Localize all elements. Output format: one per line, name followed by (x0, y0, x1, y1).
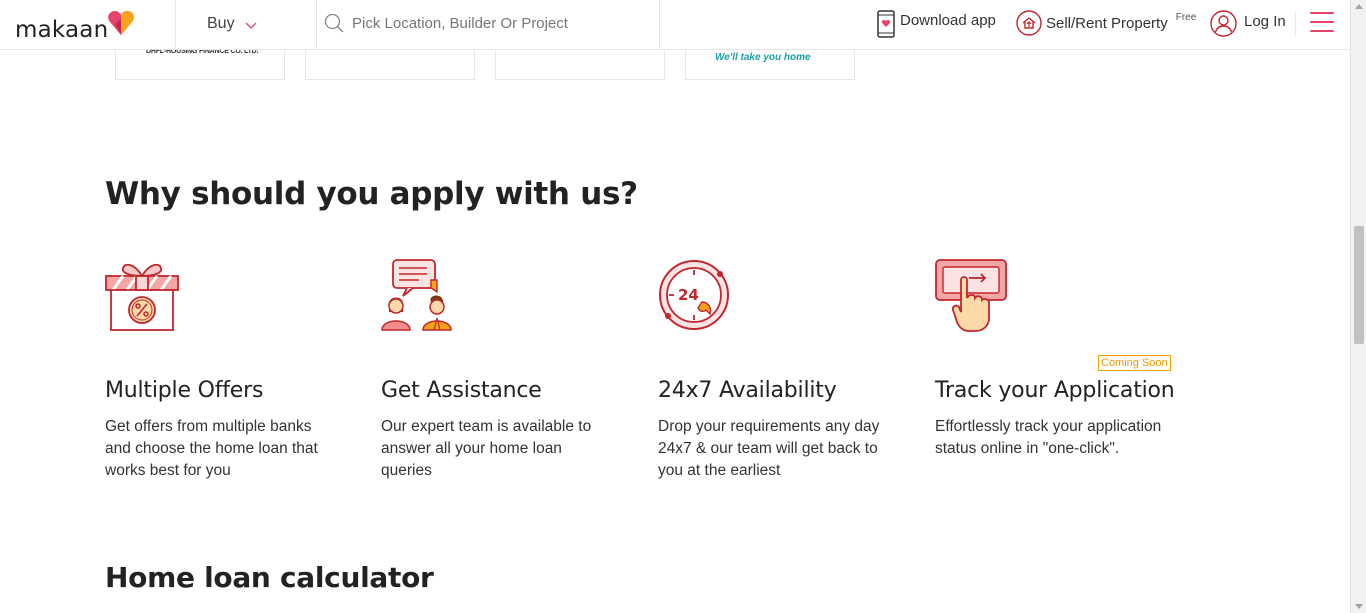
partner-card[interactable] (305, 50, 475, 80)
clock-24x7-icon: 24 (659, 260, 729, 330)
feature-get-assistance: Get Assistance Our expert team is availa… (381, 258, 631, 479)
buy-dropdown[interactable]: Buy (207, 15, 257, 33)
gift-percent-icon (105, 263, 179, 331)
logo-text: makaan (15, 17, 109, 43)
header-divider (1295, 12, 1296, 36)
feature-description: Our expert team is available to answer a… (381, 418, 592, 479)
assistance-chat-icon (381, 259, 452, 331)
tap-track-icon (935, 259, 1007, 332)
calculator-title: Home loan calculator (105, 561, 434, 594)
search-input[interactable] (352, 14, 652, 32)
scroll-up-icon[interactable] (1355, 4, 1363, 9)
header-divider (659, 0, 660, 50)
feature-multiple-offers: Multiple Offers Get offers from multiple… (105, 258, 355, 479)
partner-card-dhfl[interactable]: DHFL-HOUSING FINANCE CO. LTD. (115, 48, 285, 80)
phone-heart-icon (877, 10, 895, 38)
hfc-tagline: We'll take you home (715, 52, 811, 63)
sell-rent-link[interactable]: Sell/Rent Property Free (1016, 10, 1196, 36)
top-header: makaan Buy Download app Sell/Rent Proper… (0, 0, 1350, 50)
page-scrollbar[interactable] (1350, 0, 1366, 613)
partner-card[interactable] (495, 50, 665, 80)
scroll-thumb[interactable] (1354, 226, 1364, 344)
home-upload-icon (1016, 10, 1042, 36)
section-title: Why should you apply with us? (105, 176, 638, 212)
feature-description: Drop your requirements any day 24x7 & ou… (658, 418, 880, 479)
login-link[interactable]: Log In (1210, 10, 1286, 37)
heart-logo-icon (108, 11, 134, 35)
coming-soon-badge: Coming Soon (1098, 355, 1171, 371)
svg-text:24: 24 (678, 286, 699, 304)
buy-label: Buy (207, 15, 235, 32)
partner-card-hfc[interactable]: We'll take you home (685, 40, 855, 80)
download-app-label: Download app (900, 11, 996, 29)
login-label: Log In (1244, 13, 1286, 30)
header-divider (316, 0, 317, 50)
feature-title: 24x7 Availability (658, 378, 837, 403)
search-icon (324, 13, 344, 33)
hamburger-menu-icon[interactable] (1310, 12, 1334, 39)
sell-rent-label: Sell/Rent Property (1046, 14, 1168, 32)
feature-24x7: 24 24x7 Availability Drop your requireme… (658, 258, 908, 479)
feature-description: Get offers from multiple banks and choos… (105, 418, 318, 479)
feature-track-application: Coming Soon Track your Application Effor… (935, 258, 1185, 457)
download-app-link[interactable]: Download app (876, 10, 996, 38)
scroll-down-icon[interactable] (1355, 604, 1363, 609)
feature-title: Track your Application (935, 378, 1175, 403)
partner-logos: DHFL-HOUSING FINANCE CO. LTD. We'll take… (115, 40, 855, 80)
chevron-down-icon (245, 22, 257, 29)
feature-title: Multiple Offers (105, 378, 264, 403)
feature-description: Effortlessly track your application stat… (935, 418, 1162, 457)
makaan-logo[interactable]: makaan (15, 10, 134, 43)
search-bar (324, 13, 652, 33)
free-badge: Free (1175, 11, 1197, 23)
header-divider (175, 0, 176, 50)
user-icon (1210, 10, 1237, 37)
feature-title: Get Assistance (381, 378, 542, 403)
